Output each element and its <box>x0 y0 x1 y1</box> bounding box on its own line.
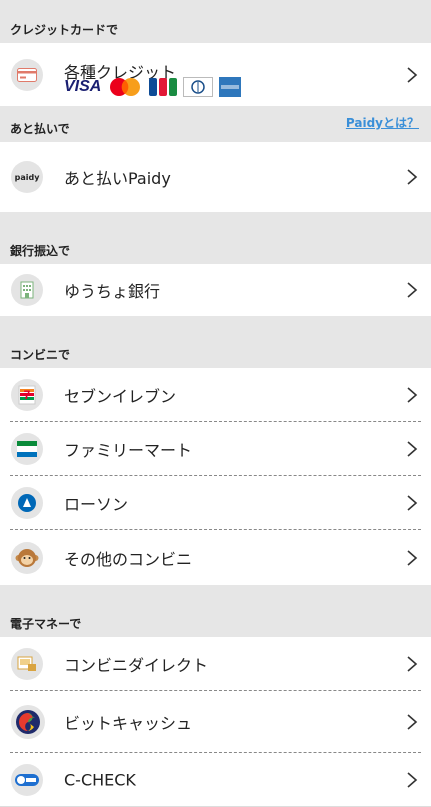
chevron-right-icon <box>407 169 418 185</box>
chevron-right-icon <box>407 387 418 403</box>
jcb-logo-icon <box>149 78 178 96</box>
chevron-right-icon <box>407 282 418 298</box>
paidy-icon: paidy <box>11 161 43 193</box>
payment-option-label: コンビニダイレクト <box>64 656 209 675</box>
payment-option-familymart[interactable]: ファミリーマート <box>0 422 431 476</box>
c-check-icon <box>11 764 43 796</box>
section-title: 銀行振込で <box>10 244 71 258</box>
payment-option-seven-eleven[interactable]: 7 セブンイレブン <box>0 368 431 422</box>
bitcash-icon <box>11 705 45 739</box>
credit-card-icon <box>11 58 43 91</box>
payment-option-label: その他のコンビニ <box>64 549 193 569</box>
chevron-right-icon <box>407 441 418 457</box>
payment-option-credit[interactable]: 各種クレジット VISA <box>0 43 431 106</box>
monkey-mascot-icon <box>11 541 43 574</box>
chevron-right-icon <box>407 714 418 730</box>
chevron-right-icon <box>407 495 418 511</box>
amex-logo-icon <box>219 77 242 97</box>
paidy-help-link[interactable]: Paidyとは？ <box>346 114 419 131</box>
svg-text:7: 7 <box>24 388 31 402</box>
section-header-konbini: コンビニで <box>0 316 431 368</box>
diners-club-logo-icon <box>183 77 214 97</box>
payment-option-label: ゆうちょ銀行 <box>64 282 161 301</box>
chevron-right-icon <box>407 656 418 672</box>
section-header-emoney: 電子マネーで <box>0 585 431 637</box>
section-header-bank: 銀行振込で <box>0 212 431 264</box>
seven-eleven-icon: 7 <box>11 379 43 411</box>
familymart-icon <box>11 433 43 465</box>
mastercard-logo-icon <box>107 78 143 96</box>
payment-option-label: ファミリーマート <box>64 441 193 460</box>
konbini-direct-icon <box>11 648 43 680</box>
payment-option-paidy[interactable]: paidy あと払いPaidy <box>0 142 431 212</box>
chevron-right-icon <box>407 772 418 788</box>
payment-option-yucho[interactable]: ゆうちょ銀行 <box>0 264 431 316</box>
section-title: コンビニで <box>10 348 71 362</box>
section-title: あと払いで <box>10 122 70 136</box>
chevron-right-icon <box>407 549 418 566</box>
visa-logo-icon: VISA <box>64 78 102 95</box>
lawson-icon <box>11 487 43 519</box>
chevron-right-icon <box>407 66 418 83</box>
payment-option-konbini-direct[interactable]: コンビニダイレクト <box>0 637 431 691</box>
payment-option-label: セブンイレブン <box>64 387 177 406</box>
payment-option-label: ローソン <box>64 495 129 514</box>
card-brand-logos: VISA <box>64 77 242 97</box>
payment-option-label: ビットキャッシュ <box>64 714 193 733</box>
section-title: クレジットカードで <box>10 23 119 37</box>
payment-option-bitcash[interactable]: ビットキャッシュ <box>0 691 431 753</box>
payment-option-lawson[interactable]: ローソン <box>0 476 431 530</box>
section-title: 電子マネーで <box>10 617 82 631</box>
payment-option-label: あと払いPaidy <box>64 169 171 188</box>
section-header-credit: クレジットカードで <box>0 0 431 43</box>
payment-option-label: C-CHECK <box>64 770 136 790</box>
payment-option-other-konbini[interactable]: その他のコンビニ <box>0 530 431 585</box>
bank-building-icon <box>11 274 43 306</box>
payment-option-c-check[interactable]: C-CHECK <box>0 753 431 807</box>
section-header-later: あと払いで Paidyとは？ <box>0 106 431 142</box>
